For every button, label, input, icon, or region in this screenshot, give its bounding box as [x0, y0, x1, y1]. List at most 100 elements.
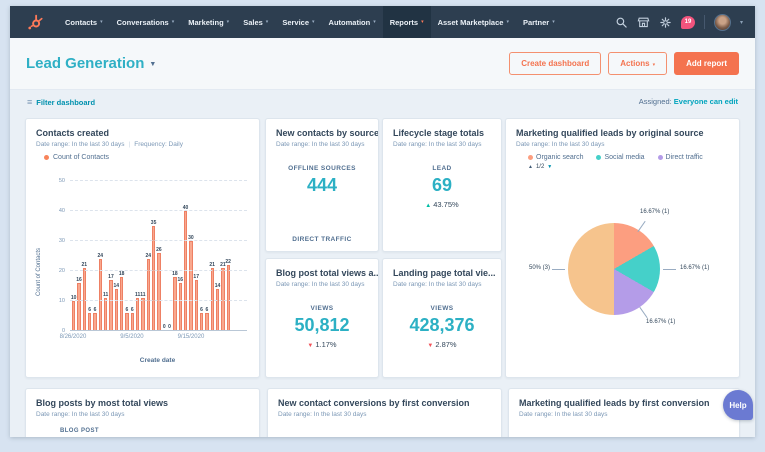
nav-item-partner[interactable]: Partner ▾ [516, 6, 562, 38]
legend-dot [596, 155, 602, 160]
bar[interactable]: 6 [199, 181, 204, 331]
dashboard-title-dropdown[interactable]: Lead Generation ▼ [26, 55, 156, 72]
bar[interactable]: 11 [103, 181, 108, 331]
metric-label: VIEWS [430, 305, 454, 312]
bar[interactable]: 21 [220, 181, 226, 331]
bar[interactable]: 18 [119, 181, 124, 331]
nav-item-conversations[interactable]: Conversations ▾ [110, 6, 182, 38]
delta-value: 43.75% [433, 200, 459, 209]
bar[interactable]: 21 [82, 181, 87, 331]
bar-rect: 16 [76, 277, 82, 331]
hubspot-logo-icon[interactable] [26, 13, 44, 31]
bar[interactable]: 6 [130, 181, 134, 331]
dashboard-title-caret-icon: ▼ [149, 61, 157, 68]
legend-item-direct-traffic[interactable]: Direct traffic [657, 154, 703, 161]
help-button[interactable]: Help [723, 390, 753, 420]
nav-item-label: Automation [328, 17, 371, 27]
nav-item-asset-marketplace[interactable]: Asset Marketplace ▾ [431, 6, 516, 38]
notifications-icon[interactable]: 19 [680, 15, 695, 29]
legend-item-social-media[interactable]: Social media [596, 154, 645, 161]
legend-page-indicator: 1/2 [535, 164, 545, 170]
date-range: Date range: In the last 30 days [36, 141, 125, 148]
legend-item-organic-search[interactable]: Organic search [528, 154, 583, 161]
card-meta: Date range: In the last 30 days [393, 281, 482, 288]
dashboard-content: ≡ Filter dashboard Assigned: Everyone ca… [10, 90, 755, 437]
bar[interactable]: 6 [87, 181, 92, 331]
bar[interactable]: 17 [193, 181, 199, 331]
nav-divider [703, 15, 705, 29]
y-axis-tick: 20 [58, 268, 65, 274]
user-avatar[interactable] [713, 13, 731, 31]
bar-value-label: 17 [193, 274, 199, 280]
nav-item-label: Contacts [65, 17, 98, 27]
user-menu-caret-icon[interactable]: ▾ [740, 19, 743, 26]
nav-item-automation[interactable]: Automation ▾ [322, 6, 383, 38]
pie-leader-line [663, 269, 676, 270]
bar[interactable]: 0 [163, 181, 166, 331]
legend-page-down-icon[interactable]: ▼ [547, 164, 552, 170]
card-meta: Date range: In the last 30 days [519, 411, 608, 418]
nav-item-marketing[interactable]: Marketing ▾ [181, 6, 236, 38]
pie-slice-label: 16.67% (1) [640, 209, 670, 215]
bar[interactable]: 16 [177, 181, 183, 331]
bar[interactable]: 24 [145, 181, 151, 331]
bar[interactable]: 35 [151, 181, 156, 331]
pie-slice-label: 16.67% (1) [680, 265, 710, 271]
bar[interactable]: 14 [114, 181, 119, 331]
bar[interactable]: 10 [71, 181, 76, 331]
metric-label: OFFLINE SOURCES [288, 165, 356, 172]
card-title: Landing page total vie... [393, 268, 496, 278]
assigned-value-link[interactable]: Everyone can edit [674, 97, 738, 106]
bar[interactable]: 6 [125, 181, 129, 331]
marketplace-icon[interactable] [637, 16, 650, 29]
metric-label: VIEWS [310, 305, 334, 312]
nav-item-reports[interactable]: Reports ▾ [382, 6, 431, 38]
header-buttons: Create dashboard Actions ▾ Add report [509, 52, 739, 75]
create-dashboard-button[interactable]: Create dashboard [509, 52, 602, 75]
nav-item-service[interactable]: Service ▾ [275, 6, 321, 38]
bar[interactable]: 6 [205, 181, 209, 331]
bar[interactable]: 22 [225, 181, 231, 331]
bar-value-label: 24 [97, 253, 104, 259]
settings-gear-icon[interactable] [659, 16, 672, 29]
bar[interactable]: 14 [215, 181, 220, 331]
filter-dashboard-link[interactable]: ≡ Filter dashboard [27, 97, 95, 107]
bar[interactable]: 6 [93, 181, 97, 331]
bar-rect: 10 [71, 295, 76, 331]
pie-chart[interactable] [568, 223, 660, 315]
bar-chart-legend[interactable]: Count of Contacts [44, 154, 249, 161]
bar[interactable]: 16 [76, 181, 82, 331]
bar[interactable]: 11 [140, 181, 146, 331]
bar-rect: 18 [119, 271, 124, 331]
legend-label: Count of Contacts [53, 154, 110, 161]
bar[interactable]: 21 [209, 181, 215, 331]
search-icon[interactable] [615, 16, 628, 29]
bar[interactable]: 24 [97, 181, 104, 331]
legend-dot [44, 155, 49, 160]
bar[interactable]: 0 [168, 181, 171, 331]
bar-value-label: 16 [76, 277, 82, 283]
bar-value-label: 6 [205, 307, 209, 313]
metric-block: LEAD 69 ▲ 43.75% [387, 165, 497, 209]
bar[interactable]: 17 [108, 181, 114, 331]
bar[interactable]: 30 [188, 181, 194, 331]
bar[interactable]: 11 [135, 181, 140, 331]
metric-value: 444 [306, 175, 338, 195]
bar[interactable]: 40 [183, 181, 188, 331]
bar[interactable]: 18 [172, 181, 178, 331]
nav-item-label: Service [282, 17, 310, 27]
nav-item-label: Partner [522, 17, 550, 27]
filter-bar: ≡ Filter dashboard Assigned: Everyone ca… [27, 97, 738, 107]
pie-slice-label: 50% (3) [528, 265, 550, 271]
actions-button[interactable]: Actions ▾ [608, 52, 668, 75]
x-axis-tick: 9/15/2020 [177, 334, 205, 340]
bar-rect: 6 [93, 307, 97, 331]
bar[interactable]: 26 [156, 181, 162, 331]
add-report-button[interactable]: Add report [674, 52, 739, 75]
nav-item-sales[interactable]: Sales ▾ [236, 6, 275, 38]
legend-label: Social media [604, 154, 645, 161]
y-axis-tick: 30 [58, 238, 65, 244]
nav-item-contacts[interactable]: Contacts ▾ [58, 6, 110, 38]
legend-page-up-icon[interactable]: ▲ [528, 164, 533, 170]
assigned-label: Assigned: [638, 97, 672, 106]
